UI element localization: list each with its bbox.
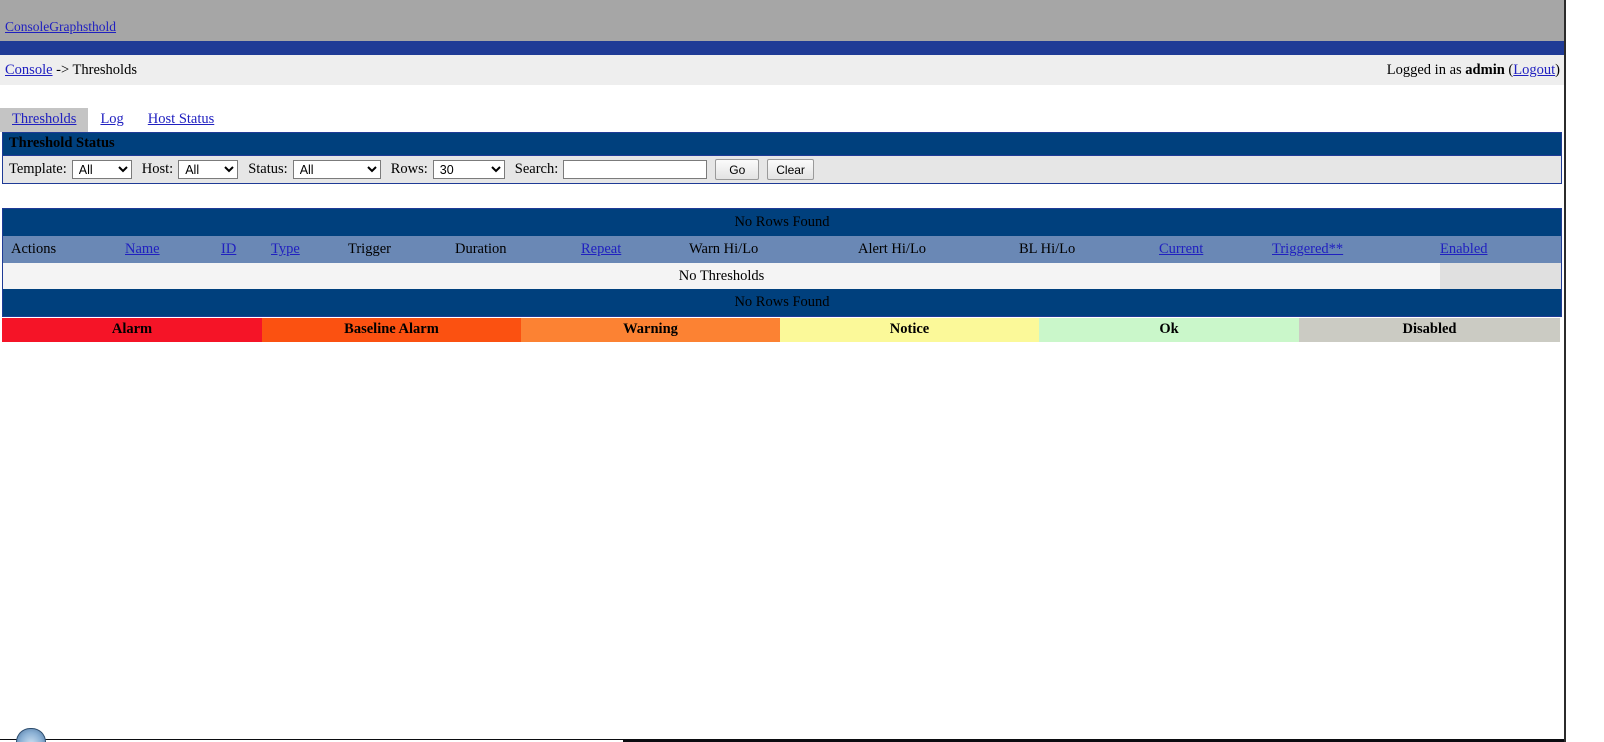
colhdr-repeat-link[interactable]: Repeat (581, 241, 621, 257)
login-open-paren: ( (1504, 62, 1514, 78)
tab-log-label[interactable]: Log (100, 111, 123, 127)
logout-link[interactable]: Logout (1513, 62, 1555, 78)
breadcrumb-separator: -> (52, 62, 73, 78)
colhdr-current-link[interactable]: Current (1159, 241, 1203, 257)
breadcrumb-bar: Console -> Thresholds Logged in as admin… (0, 55, 1566, 85)
colhdr-type[interactable]: Type (271, 241, 300, 258)
legend-warning: Warning (521, 318, 780, 342)
search-input[interactable] (563, 160, 708, 179)
tab-thresholds-label[interactable]: Thresholds (12, 111, 76, 127)
quicklink-thold[interactable]: thold (88, 19, 116, 34)
tab-thresholds[interactable]: Thresholds (0, 108, 89, 132)
tab-bar-filler (226, 108, 1577, 132)
page-right-gutter (1566, 0, 1604, 742)
colhdr-name[interactable]: Name (125, 241, 160, 258)
browser-quicklinks: ConsoleGraphsthold (5, 19, 116, 35)
tab-log[interactable]: Log (88, 108, 136, 132)
colhdr-triggered[interactable]: Triggered** (1272, 241, 1343, 258)
breadcrumb-current: Thresholds (72, 62, 137, 78)
template-label: Template: (9, 161, 67, 177)
host-select[interactable]: All (178, 160, 239, 179)
colhdr-duration: Duration (455, 241, 507, 257)
quicklink-graphs[interactable]: Graphs (49, 19, 88, 34)
empty-row-tail-cell (1440, 263, 1561, 289)
quicklink-console[interactable]: Console (5, 19, 49, 34)
colhdr-warn-hi-lo: Warn Hi/Lo (689, 241, 759, 257)
template-select[interactable]: All (71, 160, 132, 179)
colhdr-type-link[interactable]: Type (271, 241, 300, 257)
status-select[interactable]: All (292, 160, 381, 179)
filter-row: Template: All Host: All Status: All Rows… (3, 155, 1561, 183)
tab-bar: Thresholds Log Host Status (0, 108, 1577, 132)
threshold-status-panel: Threshold Status Template: All Host: All… (2, 132, 1562, 184)
colhdr-enabled-link[interactable]: Enabled (1440, 241, 1488, 257)
colhdr-current[interactable]: Current (1159, 241, 1203, 258)
results-table: No Rows Found Actions Name ID Type Trigger Du… (2, 208, 1562, 317)
tab-host-status[interactable]: Host Status (135, 108, 227, 132)
start-button-icon[interactable] (16, 728, 46, 742)
colhdr-actions: Actions (11, 241, 57, 257)
results-bottom-status: No Rows Found (3, 289, 1561, 316)
colhdr-id-link[interactable]: ID (221, 241, 236, 257)
legend-baseline-alarm: Baseline Alarm (262, 318, 521, 342)
tab-host-status-label[interactable]: Host Status (148, 111, 214, 127)
top-blue-strip (0, 41, 1566, 55)
legend-disabled: Disabled (1299, 318, 1560, 342)
rows-select[interactable]: 30 (432, 160, 505, 179)
browser-top-band: ConsoleGraphsthold (0, 0, 1566, 41)
legend-notice: Notice (780, 318, 1039, 342)
legend-alarm: Alarm (2, 318, 262, 342)
legend-ok: Ok (1039, 318, 1299, 342)
colhdr-name-link[interactable]: Name (125, 241, 160, 257)
breadcrumb: Console -> Thresholds (5, 62, 137, 79)
column-header-row: Actions Name ID Type Trigger Duration Repeat Wa… (3, 236, 1561, 263)
colhdr-enabled[interactable]: Enabled (1440, 241, 1488, 258)
panel-title: Threshold Status (3, 133, 1561, 155)
status-legend: Alarm Baseline Alarm Warning Notice Ok Disabl… (2, 318, 1562, 342)
colhdr-triggered-link[interactable]: Triggered** (1272, 241, 1343, 257)
colhdr-trigger: Trigger (348, 241, 391, 257)
colhdr-alert-hi-lo: Alert Hi/Lo (858, 241, 927, 257)
login-status: Logged in as admin (Logout) (1387, 62, 1560, 79)
host-label: Host: (141, 161, 174, 177)
results-top-status: No Rows Found (3, 209, 1561, 236)
login-prefix: Logged in as (1386, 62, 1466, 78)
status-label: Status: (248, 161, 288, 177)
search-label: Search: (514, 161, 559, 177)
colhdr-repeat[interactable]: Repeat (581, 241, 621, 258)
login-username: admin (1465, 62, 1505, 78)
table-row-empty: No Thresholds (3, 263, 1561, 289)
empty-message: No Thresholds (678, 268, 765, 284)
rows-label: Rows: (390, 161, 428, 177)
go-button[interactable]: Go (715, 159, 760, 180)
colhdr-bl-hi-lo: BL Hi/Lo (1019, 241, 1076, 257)
colhdr-id[interactable]: ID (221, 241, 236, 258)
breadcrumb-link-console[interactable]: Console (5, 62, 53, 78)
clear-button[interactable]: Clear (767, 159, 814, 180)
login-close-paren: ) (1555, 62, 1560, 78)
